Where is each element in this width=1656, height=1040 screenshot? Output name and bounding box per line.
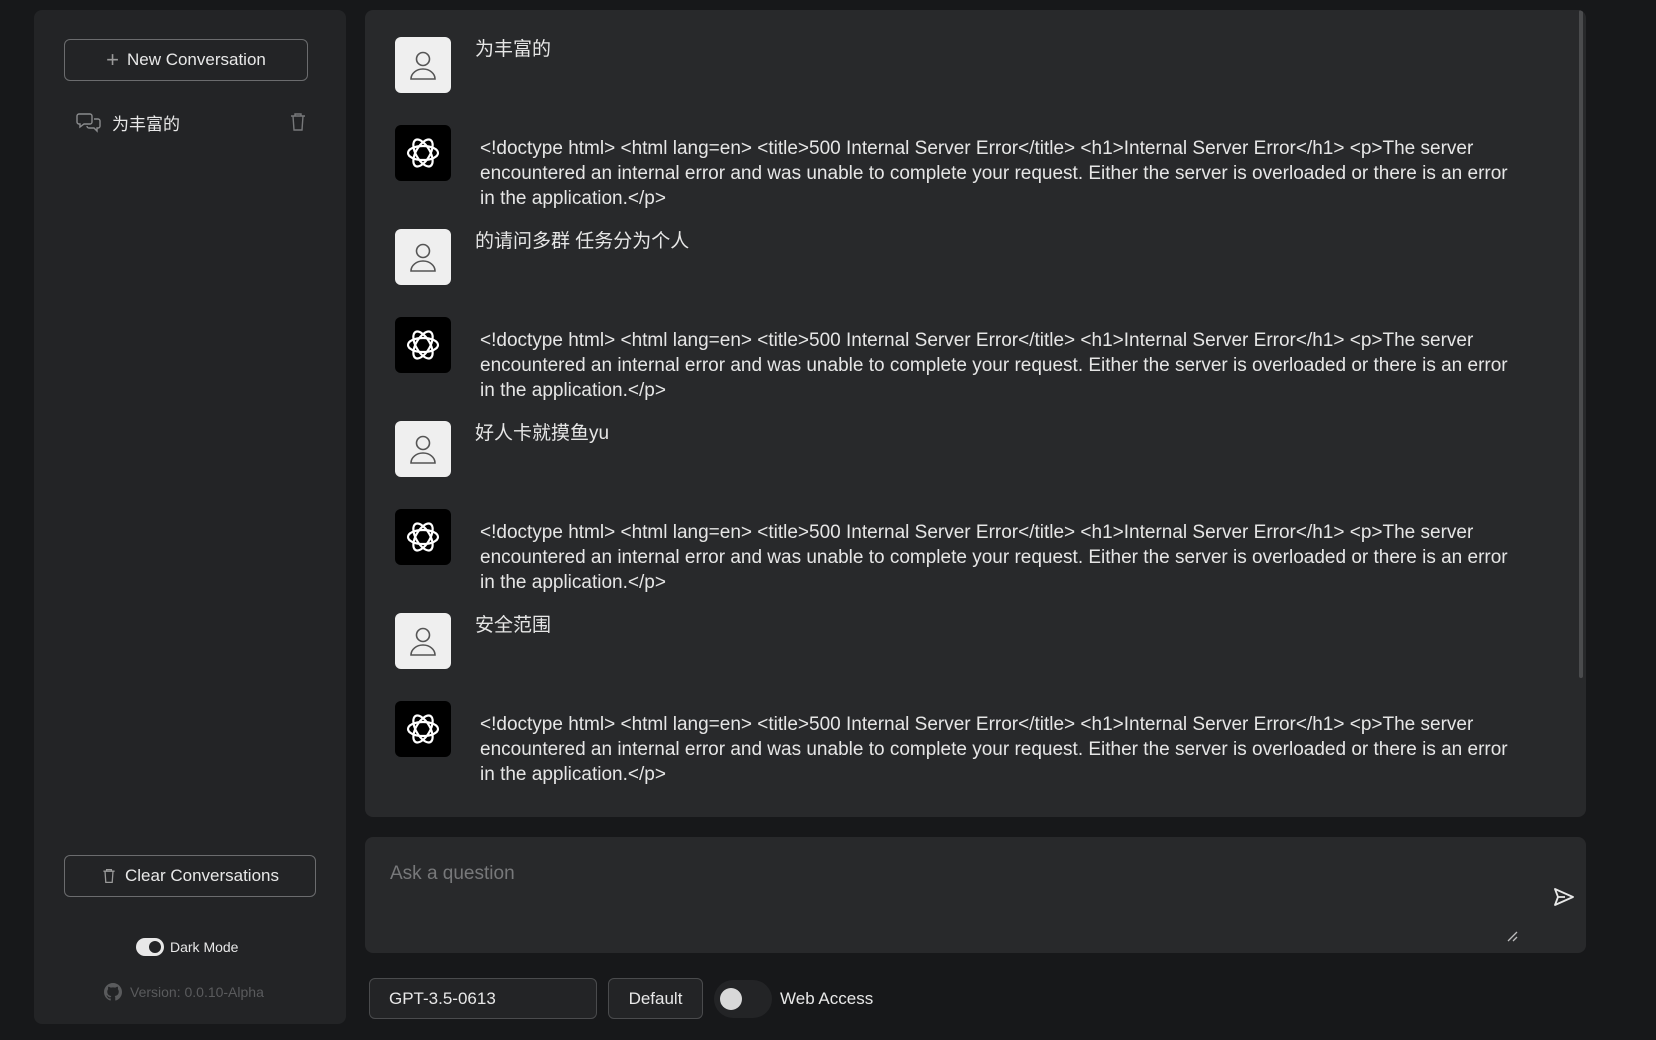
- conversation-title: 为丰富的: [112, 114, 180, 134]
- message-text: <!doctype html> <html lang=en> <title>50…: [480, 522, 1508, 593]
- conversation-item[interactable]: 为丰富的: [76, 108, 308, 136]
- user-avatar-icon: [395, 229, 451, 285]
- chat-bubbles-icon: [76, 113, 101, 133]
- dark-mode-control: Dark Mode: [136, 938, 238, 956]
- model-select-value: GPT-3.5-0613: [389, 988, 496, 1008]
- question-input-box: [365, 837, 1586, 953]
- dark-mode-toggle[interactable]: [136, 938, 164, 956]
- user-avatar-icon: [395, 421, 451, 477]
- user-avatar-icon: [395, 37, 451, 93]
- new-conversation-label: New Conversation: [126, 50, 266, 69]
- version-label: Version: 0.0.10-Alpha: [130, 984, 264, 1000]
- openai-logo-icon: [395, 125, 451, 181]
- message-text: 安全范围: [475, 615, 552, 636]
- dark-mode-label: Dark Mode: [170, 939, 239, 955]
- new-conversation-button[interactable]: + New Conversation: [64, 39, 308, 81]
- message-text: <!doctype html> <html lang=en> <title>50…: [480, 138, 1508, 209]
- github-icon[interactable]: [104, 983, 122, 1001]
- user-avatar-icon: [395, 613, 451, 669]
- message-text: 的请问多群 任务分为个人: [475, 231, 690, 252]
- web-access-label: Web Access: [780, 988, 874, 1008]
- question-input[interactable]: [365, 837, 1535, 953]
- scrollbar[interactable]: [1579, 10, 1583, 678]
- version-info: Version: 0.0.10-Alpha: [104, 983, 264, 1001]
- model-select[interactable]: GPT-3.5-0613: [369, 978, 597, 1019]
- trash-icon[interactable]: [288, 111, 308, 133]
- clear-conversations-label: Clear Conversations: [124, 866, 279, 885]
- trash-icon: [103, 868, 115, 884]
- message-text: 好人卡就摸鱼yu: [475, 423, 610, 444]
- openai-logo-icon: [395, 701, 451, 757]
- chat-panel[interactable]: 为丰富的 <!doctype html> <html lang=en> <titl…: [365, 10, 1586, 817]
- resize-handle-icon[interactable]: [1506, 930, 1518, 942]
- send-icon[interactable]: [1552, 885, 1576, 909]
- preset-label: Default: [628, 988, 683, 1008]
- message-text: <!doctype html> <html lang=en> <title>50…: [480, 714, 1508, 785]
- sidebar: + New Conversation 为丰富的 Clear Conversati…: [34, 10, 346, 1024]
- message-text: 为丰富的: [475, 39, 552, 60]
- openai-logo-icon: [395, 317, 451, 373]
- clear-conversations-button[interactable]: Clear Conversations: [64, 855, 316, 897]
- openai-logo-icon: [395, 509, 451, 565]
- web-access-toggle[interactable]: [714, 979, 772, 1018]
- preset-button[interactable]: Default: [608, 978, 703, 1019]
- message-text: <!doctype html> <html lang=en> <title>50…: [480, 330, 1508, 401]
- bottom-bar: GPT-3.5-0613 Default Web Access: [369, 978, 873, 1019]
- plus-icon: +: [106, 47, 119, 72]
